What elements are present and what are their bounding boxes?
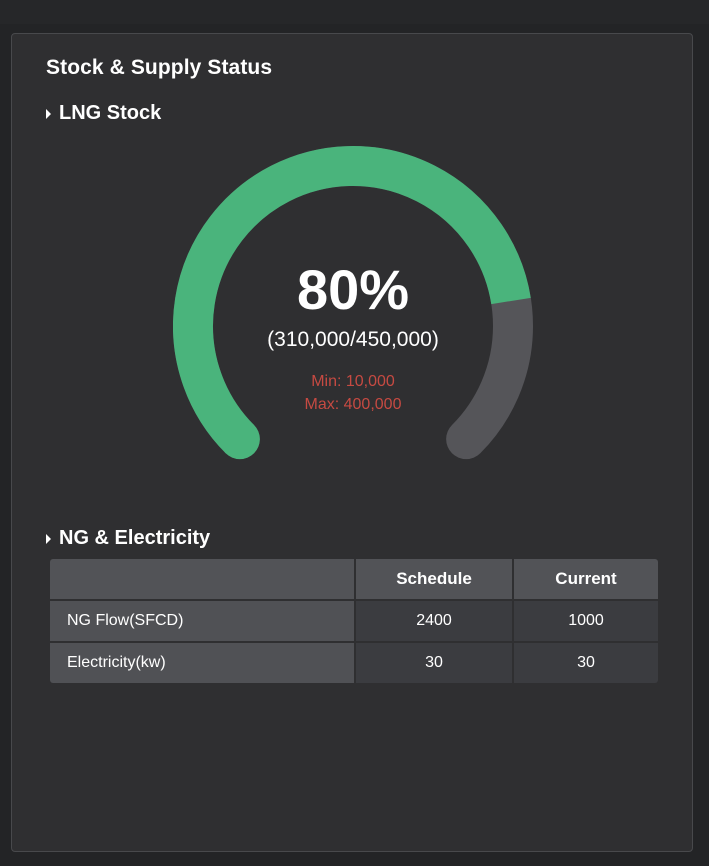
gauge-arc — [173, 146, 533, 460]
lng-stock-gauge: 80% (310,000/450,000) Min: 10,000 Max: 4… — [173, 146, 533, 506]
panel-title: Stock & Supply Status — [46, 56, 273, 79]
table-header-blank — [50, 559, 354, 599]
ng-electricity-table: Schedule Current NG Flow(SFCD) 2400 1000… — [48, 557, 660, 685]
table-row: Electricity(kw) 30 30 — [50, 643, 658, 683]
gauge-min-label: Min: 10,000 — [311, 373, 395, 390]
schedule-value: 2400 — [356, 601, 512, 641]
table-header-schedule: Schedule — [356, 559, 512, 599]
gauge-ratio-value: (310,000/450,000) — [267, 328, 439, 351]
table-header-current: Current — [514, 559, 658, 599]
stock-supply-panel: Stock & Supply Status LNG Stock 80% (310… — [11, 33, 693, 852]
gauge-fill-start-cap — [219, 419, 260, 460]
row-label: Electricity(kw) — [50, 643, 354, 683]
table-row: NG Flow(SFCD) 2400 1000 — [50, 601, 658, 641]
ng-electricity-section-title: NG & Electricity — [46, 527, 210, 550]
gauge-max-label: Max: 400,000 — [304, 396, 402, 413]
current-value: 1000 — [514, 601, 658, 641]
ng-electricity-label: NG & Electricity — [59, 527, 211, 549]
table-header-row: Schedule Current — [50, 559, 658, 599]
lng-stock-section-title: LNG Stock — [46, 102, 161, 125]
caret-right-icon — [46, 533, 51, 544]
lng-stock-label: LNG Stock — [59, 102, 162, 124]
row-label: NG Flow(SFCD) — [50, 601, 354, 641]
current-value: 30 — [514, 643, 658, 683]
caret-right-icon — [46, 108, 51, 119]
gauge-percent-value: 80% — [296, 258, 410, 321]
schedule-value: 30 — [356, 643, 512, 683]
top-bar — [0, 0, 709, 24]
